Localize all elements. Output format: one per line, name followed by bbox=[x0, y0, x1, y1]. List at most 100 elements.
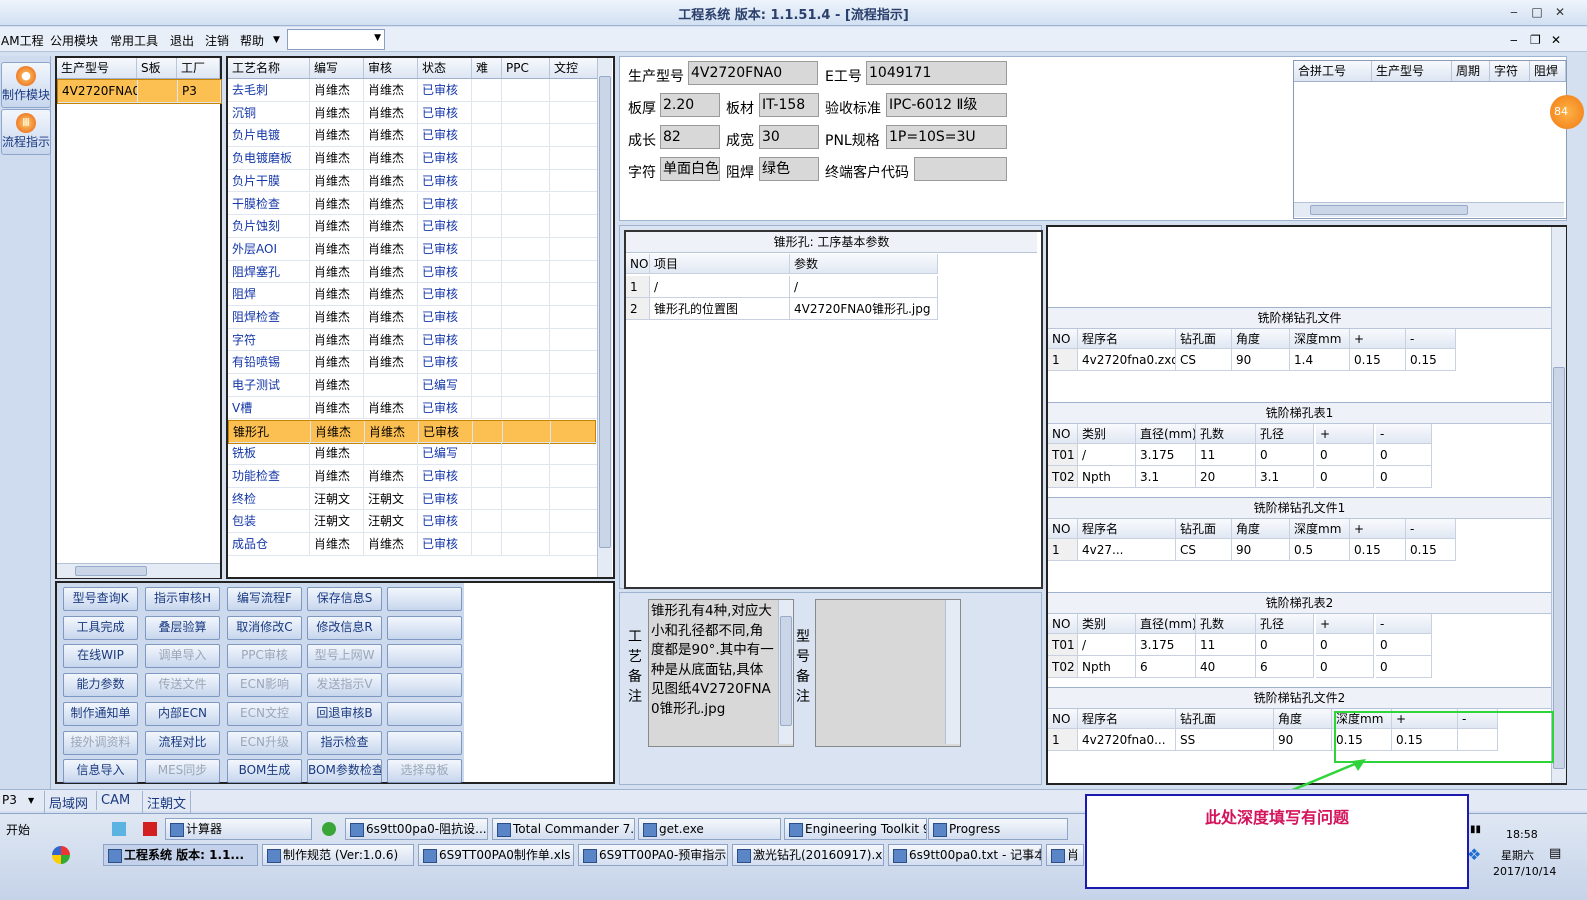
tab-cam[interactable]: CAM bbox=[96, 791, 134, 810]
process-row[interactable]: 电子测试 肖维杰 已编写 bbox=[228, 374, 598, 397]
process-row[interactable]: 负片干膜 肖维杰 肖维杰 已审核 bbox=[228, 169, 598, 193]
mdi-restore-icon[interactable]: ❐ bbox=[1530, 33, 1541, 47]
process-row[interactable]: 负片电镀 肖维杰 肖维杰 已审核 bbox=[228, 124, 598, 148]
material-field[interactable]: IT-158 bbox=[759, 93, 819, 117]
col-model[interactable]: 生产型号 bbox=[57, 58, 137, 78]
process-row[interactable]: 负电镀磨板 肖维杰 肖维杰 已审核 bbox=[228, 147, 598, 170]
menu-tools[interactable]: 常用工具 bbox=[110, 32, 158, 49]
model-remark-box[interactable] bbox=[815, 599, 961, 747]
action-button[interactable]: 工具完成 bbox=[63, 615, 138, 640]
action-button[interactable]: PPC审核 bbox=[227, 644, 302, 669]
menu-exit[interactable]: 退出 bbox=[170, 32, 194, 49]
action-button[interactable]: 指示审核H bbox=[145, 587, 220, 611]
action-button[interactable] bbox=[387, 615, 462, 640]
action-button[interactable]: 保存信息S bbox=[307, 587, 382, 611]
action-button[interactable]: 型号查询K bbox=[63, 587, 138, 611]
taskbar-item[interactable]: 6S9TT00PA0-预审指示.... bbox=[578, 844, 728, 866]
menu-public[interactable]: 公用模块 bbox=[50, 32, 98, 49]
width-field[interactable]: 30 bbox=[759, 125, 819, 149]
minimize-button[interactable]: ‒ bbox=[1505, 3, 1523, 21]
process-row[interactable]: 成品仓 肖维杰 肖维杰 已审核 bbox=[228, 533, 598, 556]
factory-dropdown-icon[interactable]: ▼ bbox=[28, 796, 34, 805]
process-row[interactable]: 阻焊检查 肖维杰 肖维杰 已审核 bbox=[228, 306, 598, 329]
action-button[interactable]: 信息导入 bbox=[63, 759, 138, 784]
mask-field[interactable]: 绿色 bbox=[759, 157, 819, 181]
taskbar-item[interactable]: Total Commander 7.0... bbox=[492, 818, 635, 840]
action-button[interactable]: ECN影响 bbox=[227, 673, 302, 698]
menu-dropdown-icon[interactable]: ▼ bbox=[273, 35, 280, 45]
process-row[interactable]: 铣板 肖维杰 已编写 bbox=[228, 442, 598, 465]
taskbar-item[interactable]: 计算器 bbox=[165, 818, 312, 840]
tab-user[interactable]: 汪朝文 bbox=[142, 791, 192, 814]
process-row[interactable]: 功能检查 肖维杰 肖维杰 已审核 bbox=[228, 464, 598, 488]
action-button[interactable]: 叠层验算 bbox=[145, 615, 220, 640]
action-button[interactable]: 发送指示V bbox=[307, 673, 382, 698]
col-reviewer[interactable]: 审核 bbox=[364, 58, 418, 78]
taskbar-item[interactable]: 6s9tt00pa0.txt - 记事本 bbox=[888, 844, 1042, 866]
col-s-board[interactable]: S板 bbox=[137, 58, 177, 78]
taskbar-item[interactable]: get.exe bbox=[638, 818, 781, 840]
action-button[interactable]: 内部ECN bbox=[145, 701, 220, 726]
process-row[interactable]: 终检 汪朝文 汪朝文 已审核 bbox=[228, 487, 598, 511]
process-remark-box[interactable]: 锥形孔有4种,对应大小和孔径都不同,角度都是90°.其中有一种是从底面钻,具体见… bbox=[648, 599, 794, 747]
action-button[interactable]: 接外调资料 bbox=[63, 730, 138, 755]
action-button[interactable]: MES同步 bbox=[145, 759, 220, 784]
process-row[interactable]: 外层AOI 肖维杰 肖维杰 已审核 bbox=[228, 237, 598, 261]
col-doc-control[interactable]: 文控 bbox=[550, 58, 598, 78]
action-button[interactable]: BOM参数检查 bbox=[307, 759, 382, 784]
process-row[interactable]: 有铅喷锡 肖维杰 肖维杰 已审核 bbox=[228, 351, 598, 375]
taskbar-item[interactable]: 肖 bbox=[1046, 844, 1084, 866]
action-button[interactable]: 在线WIP bbox=[63, 644, 138, 669]
char-field[interactable]: 单面白色 bbox=[660, 157, 720, 181]
process-row[interactable]: 阻焊 肖维杰 肖维杰 已审核 bbox=[228, 283, 598, 306]
action-button[interactable] bbox=[387, 673, 462, 698]
menu-help[interactable]: 帮助 bbox=[240, 32, 264, 49]
taskbar-item[interactable]: 激光钻孔(20160917).xl... bbox=[732, 844, 884, 866]
process-row[interactable]: 阻焊塞孔 肖维杰 肖维杰 已审核 bbox=[228, 260, 598, 284]
process-row[interactable]: 字符 肖维杰 肖维杰 已审核 bbox=[228, 328, 598, 352]
action-button[interactable]: 型号上网W bbox=[307, 644, 382, 669]
mdi-minimize-icon[interactable]: ‒ bbox=[1510, 33, 1518, 47]
make-module-button[interactable]: ● 制作模块 bbox=[1, 62, 51, 108]
menu-logout[interactable]: 注销 bbox=[205, 32, 229, 49]
taskbar-item[interactable]: 6s9tt00pa0-阻抗设... bbox=[345, 818, 488, 840]
model-grid-hscrollbar[interactable] bbox=[57, 563, 220, 578]
process-grid-vscrollbar[interactable] bbox=[597, 58, 612, 577]
menu-combobox[interactable]: ▼ bbox=[287, 29, 385, 50]
action-button[interactable]: ECN文控 bbox=[227, 701, 302, 726]
action-button[interactable] bbox=[387, 701, 462, 726]
action-button[interactable]: ECN升级 bbox=[227, 730, 302, 755]
quicklaunch-icon[interactable] bbox=[112, 822, 126, 836]
process-row[interactable]: V槽 肖维杰 肖维杰 已审核 bbox=[228, 396, 598, 420]
customer-field[interactable] bbox=[914, 157, 1007, 181]
merge-grid-hscrollbar[interactable] bbox=[1294, 202, 1564, 217]
taskbar-item[interactable]: Progress bbox=[928, 818, 1068, 840]
action-button[interactable]: 取消修改C bbox=[227, 615, 302, 640]
standard-field[interactable]: IPC-6012 Ⅱ级 bbox=[886, 93, 1007, 117]
taskbar-item[interactable]: 工程系统 版本: 1.1... bbox=[103, 844, 258, 866]
model-row[interactable]: 4V2720FNA0 P3 bbox=[57, 79, 222, 104]
action-button[interactable]: 选择母板 bbox=[387, 759, 462, 784]
model-remark-scrollbar[interactable] bbox=[945, 600, 960, 744]
close-button[interactable]: ✕ bbox=[1551, 3, 1569, 21]
action-button[interactable]: 调单导入 bbox=[145, 644, 220, 669]
col-writer[interactable]: 编写 bbox=[310, 58, 364, 78]
mdi-close-icon[interactable]: ✕ bbox=[1551, 33, 1561, 47]
thickness-field[interactable]: 2.20 bbox=[660, 93, 720, 117]
menu-am[interactable]: AM工程 bbox=[1, 32, 44, 49]
notification-badge[interactable]: 84 bbox=[1550, 95, 1584, 129]
drill-panel-vscrollbar[interactable] bbox=[1551, 227, 1566, 783]
status-factory[interactable]: P3 bbox=[2, 793, 17, 807]
e-number-field[interactable]: 1049171 bbox=[866, 61, 1007, 85]
action-button[interactable]: 传送文件 bbox=[145, 673, 220, 698]
process-row[interactable]: 沉铜 肖维杰 肖维杰 已审核 bbox=[228, 101, 598, 125]
pdf-icon[interactable] bbox=[143, 822, 157, 836]
process-remark-scrollbar[interactable] bbox=[778, 600, 793, 744]
maximize-button[interactable]: □ bbox=[1528, 3, 1546, 21]
model-field[interactable]: 4V2720FNA0 bbox=[688, 61, 818, 85]
taskbar-item[interactable]: 制作规范 (Ver:1.0.6) bbox=[262, 844, 414, 866]
start-button[interactable]: 开始 bbox=[0, 819, 40, 841]
browser-icon[interactable] bbox=[322, 822, 336, 836]
col-factory[interactable]: 工厂 bbox=[177, 58, 220, 78]
action-button[interactable]: 回退审核B bbox=[307, 701, 382, 726]
